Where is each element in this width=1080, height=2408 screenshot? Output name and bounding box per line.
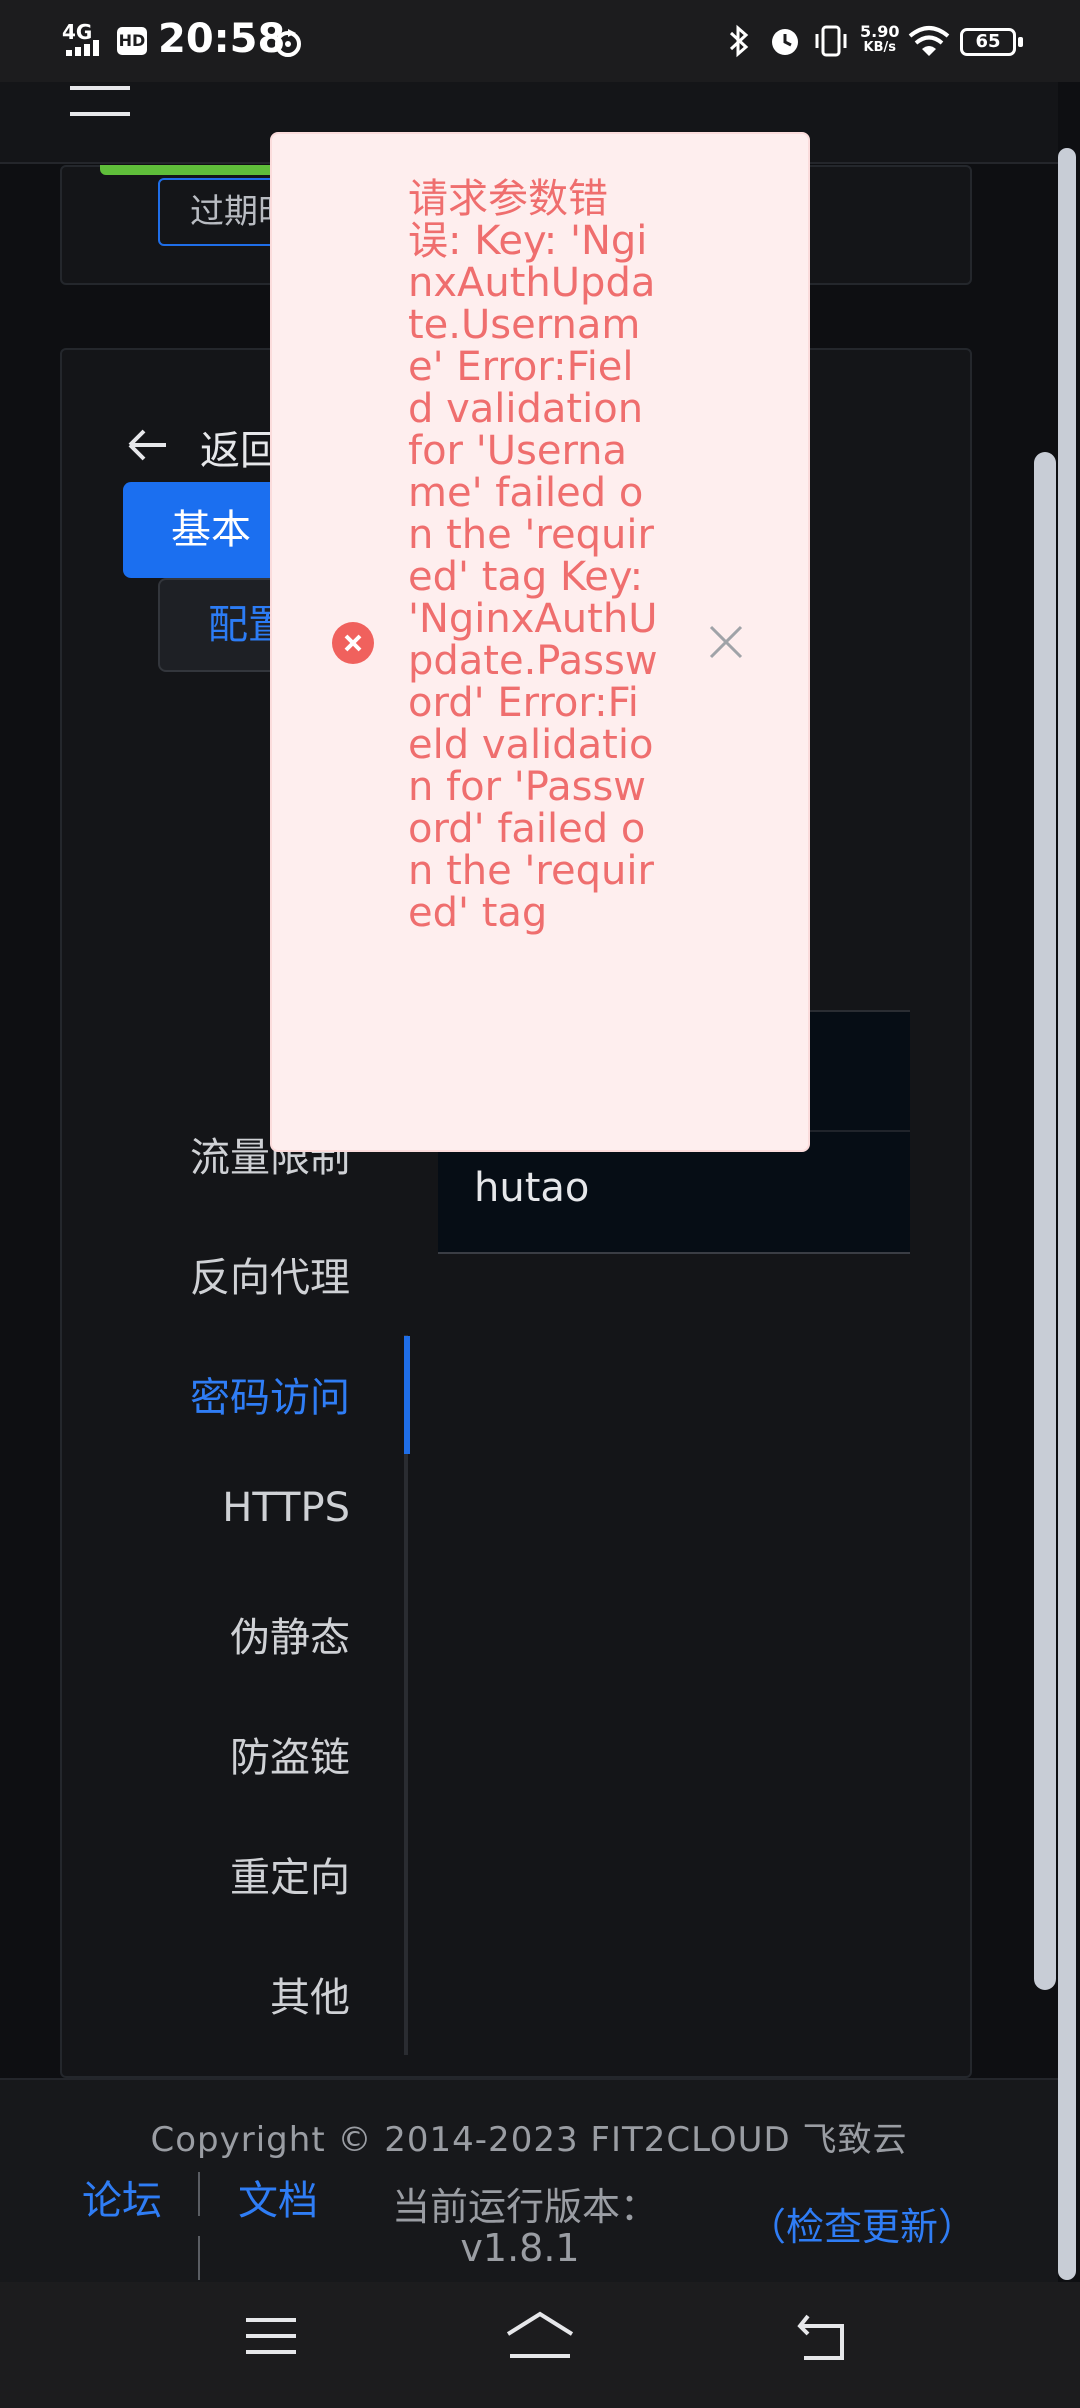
forum-link[interactable]: 论坛 bbox=[82, 2168, 162, 2226]
speed-value: 5.90 bbox=[860, 22, 900, 41]
menu-item-redirect[interactable]: 重定向 bbox=[140, 1845, 350, 1903]
version-value: v1.8.1 bbox=[460, 2226, 580, 2270]
copyright-text: Copyright © 2014-2023 FIT2CLOUD 飞致云 bbox=[150, 2120, 908, 2160]
back-icon[interactable] bbox=[794, 2312, 850, 2362]
signal-icon bbox=[66, 40, 99, 56]
menu-item-reverse-proxy[interactable]: 反向代理 bbox=[140, 1245, 350, 1303]
menu-item-hotlink-protection[interactable]: 防盗链 bbox=[140, 1725, 350, 1783]
recent-apps-icon[interactable] bbox=[244, 2314, 298, 2358]
hd-badge: HD bbox=[117, 27, 147, 55]
menu-item-rewrite[interactable]: 伪静态 bbox=[140, 1605, 350, 1663]
docs-link[interactable]: 文档 bbox=[238, 2168, 318, 2226]
system-nav-bar bbox=[0, 2282, 1080, 2408]
menu-item-other[interactable]: 其他 bbox=[140, 1965, 350, 2023]
menu-item-https[interactable]: HTTPS bbox=[140, 1485, 350, 1531]
status-bar: 4G HD 20:58 5.90 KB/s 65 bbox=[0, 0, 1080, 82]
clock: 20:58 bbox=[158, 16, 286, 62]
vibrate-icon bbox=[815, 25, 847, 57]
error-message: 请求参数错误: Key: 'NginxAuthUpdate.Username' … bbox=[408, 176, 658, 936]
alarm-icon bbox=[772, 29, 798, 55]
back-link[interactable]: 返回 bbox=[200, 418, 280, 476]
footer-divider bbox=[198, 2172, 200, 2216]
menu-item-password-access[interactable]: 密码访问 bbox=[140, 1365, 350, 1423]
footer-divider bbox=[198, 2236, 200, 2280]
inner-scrollbar[interactable] bbox=[1034, 452, 1056, 1990]
back-arrow-icon[interactable] bbox=[126, 428, 170, 462]
hamburger-menu-icon[interactable] bbox=[70, 86, 130, 120]
error-icon bbox=[332, 622, 374, 664]
username-cell: hutao bbox=[474, 1165, 590, 1211]
home-icon[interactable] bbox=[504, 2308, 576, 2360]
battery-tip bbox=[1018, 37, 1023, 47]
check-update-link[interactable]: （检查更新） bbox=[748, 2196, 976, 2251]
scrollbar[interactable] bbox=[1058, 148, 1076, 2280]
wifi-icon bbox=[908, 26, 950, 56]
speed-unit: KB/s bbox=[863, 40, 896, 55]
version-label: 当前运行版本： bbox=[391, 2185, 658, 2229]
network-speed: 5.90 KB/s bbox=[860, 24, 899, 56]
close-icon[interactable] bbox=[706, 622, 746, 662]
battery-indicator: 65 bbox=[960, 28, 1016, 56]
menu-active-indicator bbox=[404, 1336, 410, 1454]
bluetooth-icon bbox=[729, 24, 749, 58]
sync-icon bbox=[275, 29, 301, 57]
